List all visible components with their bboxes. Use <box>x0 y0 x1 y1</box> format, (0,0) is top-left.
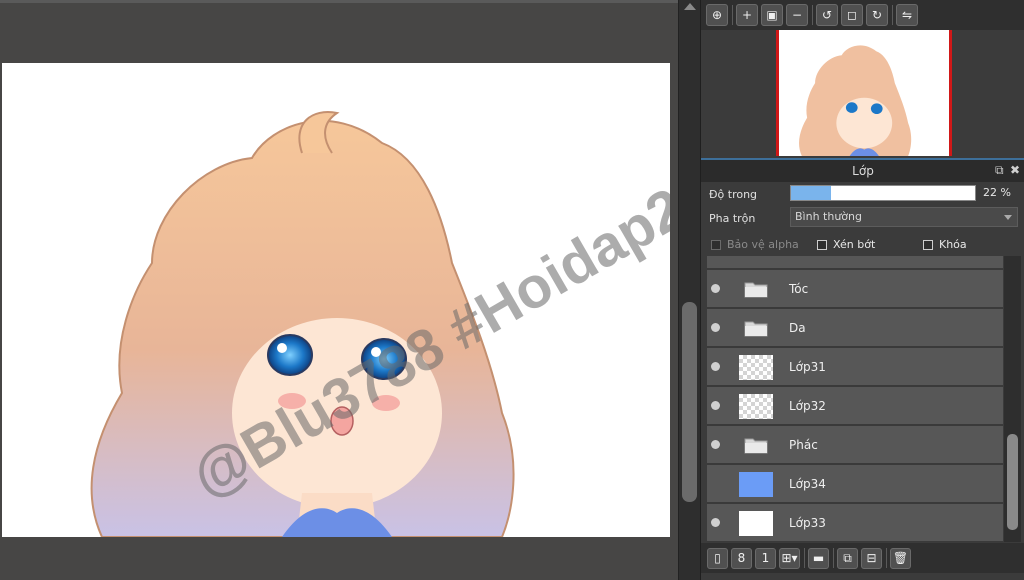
layer-toolbar: ▯ 8 1 ⊞▾ ▬ ⧉ ⊟ 🗑 <box>701 543 1024 573</box>
new-layer-icon[interactable]: ▯ <box>707 547 728 569</box>
clipping-checkbox[interactable]: Xén bớt <box>817 238 875 251</box>
layer-thumbnail <box>739 394 773 419</box>
layer-thumbnail <box>739 355 773 380</box>
visibility-eye-icon[interactable] <box>711 518 720 527</box>
toolbar-divider <box>812 5 813 25</box>
toolbar-divider <box>892 5 893 25</box>
navigator-artwork-thumbnail <box>799 45 912 156</box>
rotate-right-icon[interactable]: ↻ <box>866 4 888 26</box>
toolbar-divider <box>833 548 834 568</box>
merge-layer-icon[interactable]: ⊟ <box>861 547 882 569</box>
artwork-illustration: @Blu3788 #Hoidap247 <box>90 111 670 537</box>
layer-row[interactable]: Lớp33 <box>707 504 1003 542</box>
layer-name: Lớp31 <box>789 360 826 374</box>
layer-row[interactable]: Lớp31 <box>707 348 1003 386</box>
fit-screen-icon[interactable]: ▣ <box>761 4 783 26</box>
layer-panel-header: Lớp ⧉ ✖ <box>701 158 1024 182</box>
layer-row[interactable]: Lớp32 <box>707 387 1003 425</box>
opacity-slider-fill <box>791 186 832 200</box>
blend-mode-value: Bình thường <box>795 210 862 223</box>
folder-icon <box>744 282 768 298</box>
delete-layer-icon[interactable]: 🗑 <box>890 547 911 569</box>
flip-icon[interactable]: ⇋ <box>896 4 918 26</box>
protect-alpha-box <box>711 239 721 250</box>
layer-row[interactable]: Da <box>707 309 1003 347</box>
opacity-slider[interactable] <box>790 185 976 201</box>
protect-alpha-label: Bảo vệ alpha <box>727 238 799 251</box>
navigator-toolbar: ⊕ + ▣ − ↺ ◻ ↻ ⇋ <box>701 0 1024 30</box>
folder-icon <box>744 321 768 337</box>
zoom-fit-icon[interactable]: ⊕ <box>706 4 728 26</box>
layer-name: Tóc <box>789 282 809 296</box>
scroll-up-arrow-icon[interactable] <box>684 3 696 10</box>
blend-mode-select[interactable]: Bình thường <box>790 207 1018 227</box>
layer-row[interactable]: Lớp34 <box>707 465 1003 503</box>
visibility-eye-icon[interactable] <box>711 284 720 293</box>
canvas-workspace[interactable]: @Blu3788 #Hoidap247 <box>0 0 678 580</box>
visibility-eye-icon[interactable] <box>711 323 720 332</box>
duplicate-layer-icon[interactable]: ⧉ <box>837 547 858 569</box>
right-panel: ⊕ + ▣ − ↺ ◻ ↻ ⇋ Lớp ⧉ ✖ Độ trong 22 % Pha trộn … <box>700 0 1024 580</box>
zoom-in-icon[interactable]: + <box>736 4 758 26</box>
layer-thumbnail <box>739 511 773 536</box>
layer-name: Lớp32 <box>789 399 826 413</box>
folder-icon <box>744 438 768 454</box>
layer-thumbnail <box>739 472 773 497</box>
new-layer-8bit-icon[interactable]: 8 <box>731 547 752 569</box>
blend-mode-label: Pha trộn <box>709 212 756 225</box>
visibility-eye-icon[interactable] <box>711 401 720 410</box>
canvas-top-edge <box>0 0 678 3</box>
layer-row[interactable]: Phác <box>707 426 1003 464</box>
opacity-label: Độ trong <box>709 188 758 201</box>
layer-list-scrollbar[interactable] <box>1004 256 1021 542</box>
visibility-eye-icon[interactable] <box>711 362 720 371</box>
clipping-label: Xén bớt <box>833 238 876 251</box>
layer-name: Da <box>789 321 806 335</box>
new-layer-1bit-icon[interactable]: 1 <box>755 547 776 569</box>
left-eye <box>267 334 313 376</box>
layer-row[interactable]: Tóc <box>707 270 1003 308</box>
layer-name: Phác <box>789 438 818 452</box>
opacity-value: 22 % <box>983 186 1011 199</box>
layer-name: Lớp33 <box>789 516 826 530</box>
canvas-vertical-scrollbar[interactable] <box>678 0 700 580</box>
popout-icon[interactable]: ⧉ <box>995 163 1004 178</box>
drawing-canvas[interactable]: @Blu3788 #Hoidap247 <box>2 63 670 537</box>
navigator-panel[interactable] <box>701 30 1024 156</box>
chevron-down-icon <box>1004 215 1012 220</box>
protect-alpha-checkbox[interactable]: Bảo vệ alpha <box>711 238 799 251</box>
rotate-left-icon[interactable]: ↺ <box>816 4 838 26</box>
layer-list-scroll-thumb[interactable] <box>1007 434 1018 530</box>
layer-panel-title: Lớp <box>852 164 874 178</box>
layer-list[interactable]: Tóc Da Lớp31 Lớp32 Phác Lớp34 Lớp33 <box>707 256 1003 542</box>
canvas-scroll-thumb[interactable] <box>682 302 697 502</box>
toolbar-divider <box>886 548 887 568</box>
add-layer-menu-icon[interactable]: ⊞▾ <box>779 547 800 569</box>
toolbar-divider <box>804 548 805 568</box>
toolbar-divider <box>732 5 733 25</box>
close-icon[interactable]: ✖ <box>1010 163 1020 177</box>
lock-label: Khóa <box>939 238 967 251</box>
lock-box <box>923 239 933 250</box>
navigator-preview[interactable] <box>776 30 952 156</box>
clipping-box <box>817 239 827 250</box>
layer-row-partial[interactable] <box>707 256 1003 269</box>
actual-size-icon[interactable]: ◻ <box>841 4 863 26</box>
lock-checkbox[interactable]: Khóa <box>923 238 967 251</box>
visibility-eye-icon[interactable] <box>711 440 720 449</box>
layer-name: Lớp34 <box>789 477 826 491</box>
new-folder-icon[interactable]: ▬ <box>808 547 829 569</box>
zoom-out-icon[interactable]: − <box>786 4 808 26</box>
